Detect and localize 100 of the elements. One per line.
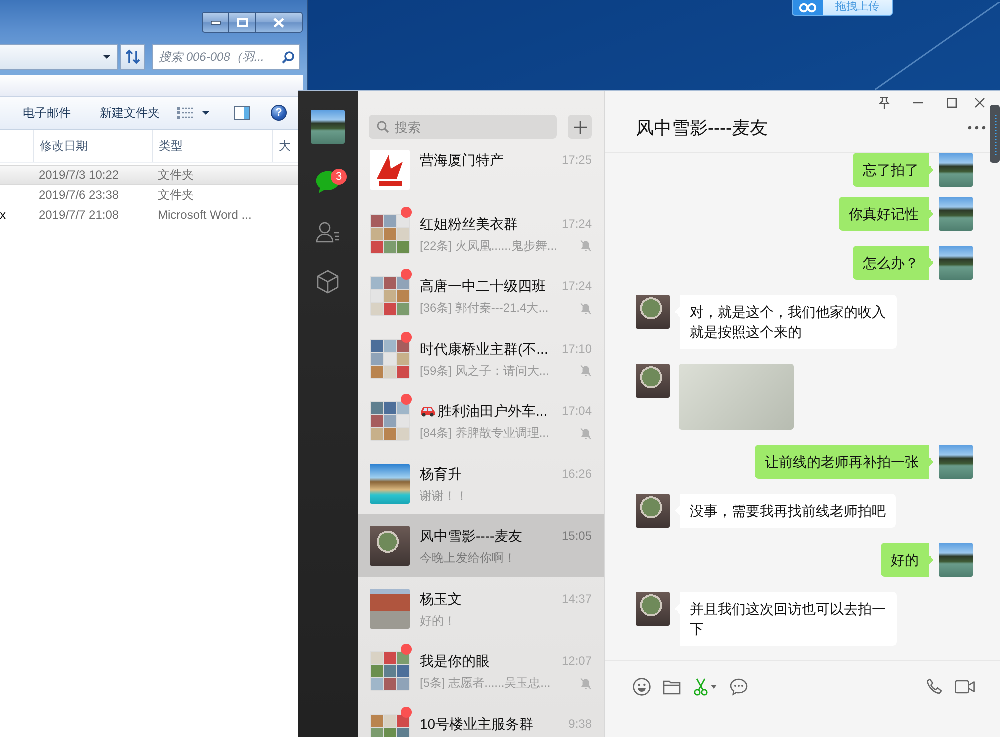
contact-avatar[interactable]	[636, 592, 670, 626]
message-bubble: 没事，需要我再找前线老师拍吧	[675, 494, 896, 528]
toolbar-button[interactable]: 电子邮件	[20, 104, 74, 122]
type-cell-text: 文件夹	[157, 166, 194, 184]
chat-item[interactable]: 杨育升 16:26 谢谢！！	[358, 452, 604, 514]
user-avatar[interactable]	[939, 445, 973, 479]
search-field[interactable]: 搜索 006-008（羽...	[152, 44, 300, 70]
chat-item[interactable]: 10号楼业主服务群 9:38	[358, 702, 604, 737]
contact-avatar[interactable]	[636, 364, 670, 398]
message-bubble: 让前线的老师再补拍一张	[755, 445, 934, 479]
chat-item[interactable]: 风中雪影----麦友 15:05 今晚上发给你啊！	[358, 514, 604, 576]
user-avatar[interactable]	[939, 153, 973, 187]
chat-time: 14:37	[560, 592, 592, 606]
maximize-button[interactable]	[228, 12, 255, 33]
search-icon[interactable]	[282, 50, 295, 64]
date-cell-text: 2019/7/3 10:22	[38, 168, 120, 182]
close-icon	[273, 18, 285, 28]
chat-time: 17:25	[560, 153, 592, 167]
chat-name: 高唐一中二十级四班	[420, 277, 546, 296]
message-preview: [59条] 风之子：请问大...	[420, 362, 550, 380]
meter-icon	[990, 105, 1000, 163]
chat-item[interactable]: 时代康桥业主群(不... 17:10 [59条] 风之子：请问大...	[358, 326, 604, 389]
scissors-icon[interactable]	[694, 678, 708, 696]
more-icon[interactable]	[968, 126, 986, 130]
minimize-button[interactable]	[202, 12, 228, 33]
chat-time: 9:38	[568, 716, 592, 730]
file-row[interactable]: x 2019/7/7 21:08 Microsoft Word ...	[0, 205, 298, 225]
chat-bubble-icon[interactable]	[730, 678, 748, 696]
toolbar-button[interactable]: 新建文件夹	[97, 104, 163, 122]
list-view-icon[interactable]	[177, 107, 193, 119]
chat-time: 17:24	[560, 279, 592, 293]
column-header[interactable]: 修改日期	[34, 130, 153, 162]
chat-name: 杨玉文	[420, 590, 462, 608]
search-input[interactable]: 搜索	[395, 116, 557, 138]
message-preview: [84条] 养脾散专业调理...	[420, 425, 550, 442]
chat-time: 17:24	[560, 216, 592, 230]
message-bubble: 忘了拍了	[853, 153, 934, 187]
dropdown-caret-icon[interactable]	[103, 55, 111, 59]
logo-avatar	[370, 150, 410, 190]
message-preview: 谢谢！！	[420, 488, 468, 504]
caret-icon[interactable]	[202, 111, 210, 115]
message-bubble: 对，就是这个，我们他家的收入就是按照这个来的	[675, 295, 897, 349]
chat-name: 红姐粉丝美衣群	[420, 214, 518, 234]
maximize-icon	[236, 18, 248, 27]
address-field[interactable]	[0, 44, 118, 70]
message-bubble: 你真好记性	[839, 197, 934, 231]
chat-time: 15:05	[560, 529, 592, 543]
group-avatar-drawing	[370, 338, 410, 378]
contact-avatar	[370, 588, 410, 628]
chat-item[interactable]: 胜利油田户外车... 17:04 [84条] 养脾散专业调理...	[358, 389, 604, 452]
contact-avatar	[370, 526, 410, 566]
contacts-icon	[316, 221, 340, 243]
file-name: x	[0, 208, 6, 222]
emoji-icon[interactable]	[633, 678, 651, 696]
chat-item[interactable]: 营海厦门特产 17:25	[358, 148, 604, 202]
column-header[interactable]: 类型	[153, 130, 273, 162]
user-avatar[interactable]	[311, 110, 345, 144]
plus-icon	[574, 120, 586, 134]
user-avatar[interactable]	[939, 197, 973, 231]
chat-item[interactable]: 高唐一中二十级四班 17:24 [36条] 郭付秦---21.4大...	[358, 264, 604, 326]
folder-icon[interactable]	[663, 678, 681, 694]
chat-item[interactable]: 杨玉文 14:37 好的！	[358, 576, 604, 639]
chat-name: 营海厦门特产	[420, 151, 504, 170]
add-button[interactable]	[568, 115, 592, 139]
refresh-button[interactable]	[120, 44, 145, 70]
chat-item[interactable]: 红姐粉丝美衣群 17:24 [22条] 火凤凰......鬼步舞...	[358, 202, 604, 264]
date-cell-text: 2019/7/6 23:38	[38, 188, 120, 202]
file-row[interactable]: 2019/7/3 10:22 文件夹	[0, 165, 298, 185]
pin-icon	[878, 97, 890, 109]
chat-name: 胜利油田户外车...	[438, 402, 548, 421]
message-preview: [5条] 志愿者......吴玉忠...	[420, 675, 551, 692]
column-header[interactable]: 大	[273, 130, 298, 162]
group-avatar-drawing	[370, 214, 410, 254]
rings-icon	[793, 0, 823, 15]
user-avatar[interactable]	[939, 543, 973, 577]
chat-time: 17:04	[560, 404, 592, 418]
file-row[interactable]: 2019/7/6 23:38 文件夹	[0, 185, 298, 205]
message-preview: 好的！	[420, 612, 456, 630]
chat-time: 17:10	[560, 342, 592, 356]
group-avatar-drawing	[370, 276, 410, 316]
user-avatar[interactable]	[939, 246, 973, 280]
search-field[interactable]: 搜索	[369, 115, 557, 139]
contact-avatar	[370, 464, 410, 504]
contact-avatar[interactable]	[636, 295, 670, 329]
message-preview: [36条] 郭付秦---21.4大...	[420, 300, 549, 317]
date-cell-text: 2019/7/7 21:08	[38, 208, 120, 222]
chat-name: 10号楼业主服务群	[420, 714, 534, 734]
message-bubble: 好的	[881, 543, 934, 577]
message-bubble: 并且我们这次回访也可以去拍一下	[675, 592, 897, 646]
message-preview: [22条] 火凤凰......鬼步舞...	[420, 238, 558, 254]
phone-icon[interactable]	[926, 678, 944, 696]
search-input[interactable]: 搜索 006-008（羽...	[159, 46, 282, 68]
preview-pane-icon[interactable]	[234, 106, 250, 120]
minimize-icon	[210, 20, 220, 24]
chat-item[interactable]: 我是你的眼 12:07 [5条] 志愿者......吴玉忠...	[358, 639, 604, 702]
close-button[interactable]	[255, 12, 303, 33]
contact-avatar[interactable]	[636, 494, 670, 528]
close-icon	[974, 98, 984, 108]
caret-icon[interactable]	[711, 684, 717, 688]
video-camera-icon[interactable]	[955, 678, 975, 694]
